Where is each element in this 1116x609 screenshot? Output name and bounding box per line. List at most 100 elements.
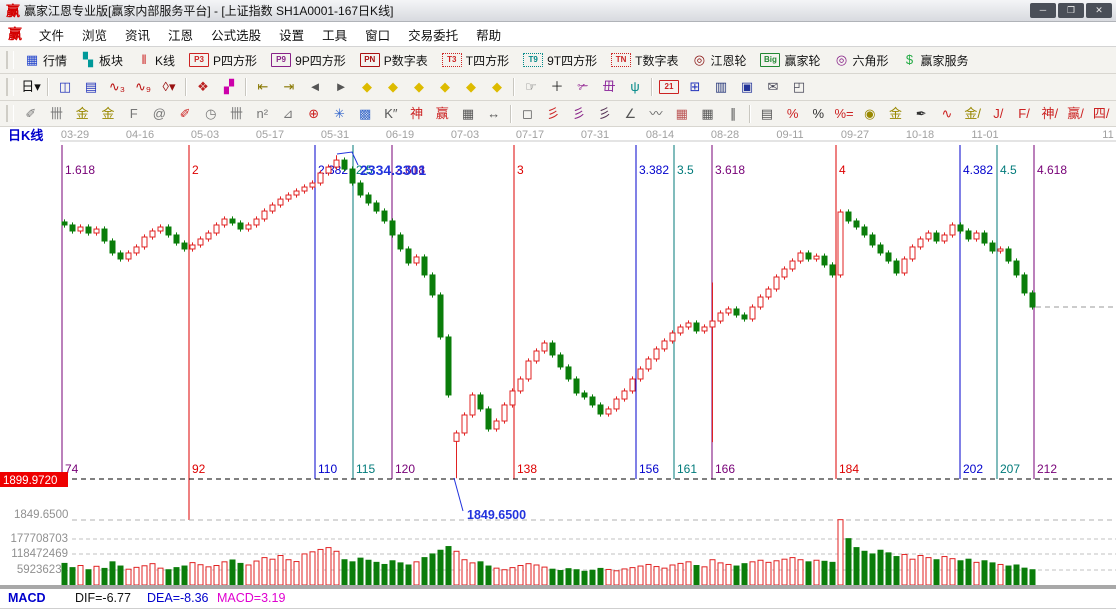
gann-gold-b-button[interactable]: 金 <box>95 102 121 125</box>
grid-box-button[interactable]: ▩ <box>352 102 378 125</box>
crosshair-tool-button[interactable]: ＋ <box>544 76 570 99</box>
toolbar-button-p-square[interactable]: P3P四方形 <box>182 49 264 72</box>
calculator-button[interactable]: ⊞ <box>682 76 708 99</box>
pattern-box-button[interactable]: ❖ <box>190 76 216 99</box>
toolbar-button-t9-square[interactable]: T99T四方形 <box>516 49 604 72</box>
chart-area[interactable]: 03-2904-1605-0305-1705-3106-1907-0307-17… <box>0 127 1116 587</box>
profile-chart-button[interactable]: ▞ <box>216 76 242 99</box>
candle-style-dropdown-button[interactable]: ◊▾ <box>156 76 182 99</box>
workstation-button[interactable]: ◰ <box>786 76 812 99</box>
gann-gold-a-button[interactable]: 金 <box>69 102 95 125</box>
maximize-button[interactable]: ❐ <box>1058 3 1084 18</box>
menu-item-help[interactable]: 帮助 <box>467 22 510 47</box>
circle-cross-button[interactable]: ⊕ <box>301 102 327 125</box>
last-bar-button[interactable]: ⇥ <box>276 76 302 99</box>
percent-red-button[interactable]: % <box>780 102 806 125</box>
n-square-button[interactable]: n² <box>249 102 275 125</box>
si-angle-button[interactable]: 四/ <box>1088 102 1114 125</box>
toolbar-button-winner-service[interactable]: $赢家服务 <box>896 49 976 72</box>
toolbar-grip[interactable] <box>6 51 14 69</box>
wave-avg-button[interactable]: ∿ <box>934 102 960 125</box>
fan-red-button[interactable]: 彡 <box>540 102 566 125</box>
shen-angle-button[interactable]: 神/ <box>1037 102 1063 125</box>
ink-pen-button[interactable]: ✒ <box>908 102 934 125</box>
j-angle-button[interactable]: J/ <box>986 102 1012 125</box>
angle-a-button[interactable]: ⊿ <box>275 102 301 125</box>
wave-3-button[interactable]: ∿₃ <box>104 76 130 99</box>
zigzag-button[interactable]: 〰 <box>643 102 669 125</box>
close-button[interactable]: ✕ <box>1086 3 1112 18</box>
fan-purple-button[interactable]: 彡 <box>566 102 592 125</box>
mail-net-button[interactable]: ✉ <box>760 76 786 99</box>
toolbar-button-quotes[interactable]: ▦行情 <box>18 49 74 72</box>
shen-tool-button[interactable]: 神 <box>404 102 430 125</box>
ladder-button[interactable]: ▤ <box>754 102 780 125</box>
percent-button[interactable]: % <box>805 102 831 125</box>
smart-tool-button[interactable]: ψ <box>622 76 648 99</box>
indicator-selector[interactable]: MACD <box>8 591 46 605</box>
toolbar-grip[interactable] <box>6 105 14 123</box>
diamond-left-button[interactable]: ◆ <box>354 76 380 99</box>
kline-chart-svg[interactable]: 03-2904-1605-0305-1705-3106-1907-0307-17… <box>0 127 1116 587</box>
star-button[interactable]: ✳ <box>327 102 353 125</box>
clock-button[interactable]: ◷ <box>198 102 224 125</box>
ying-angle-button[interactable]: 赢/ <box>1063 102 1089 125</box>
grid-red-button[interactable]: ▦ <box>669 102 695 125</box>
info-list-button[interactable]: ▤ <box>78 76 104 99</box>
diamond-right-button[interactable]: ◆ <box>380 76 406 99</box>
period-day-dropdown-button[interactable]: 日▾ <box>18 76 44 99</box>
menu-item-news[interactable]: 资讯 <box>116 22 159 47</box>
menu-item-settings[interactable]: 设置 <box>270 22 313 47</box>
grid-123-button[interactable]: ▦ <box>455 102 481 125</box>
toolbar-button-gann-wheel[interactable]: ◎江恩轮 <box>685 49 753 72</box>
menu-item-tools[interactable]: 工具 <box>313 22 356 47</box>
menu-item-formula-stock-pick[interactable]: 公式选股 <box>202 22 270 47</box>
save-button[interactable]: ▣ <box>734 76 760 99</box>
hand-tool-button[interactable]: ☞ <box>518 76 544 99</box>
grid-ticks-button[interactable]: 卌 <box>44 102 70 125</box>
notepad-button[interactable]: ▥ <box>708 76 734 99</box>
gann-f-button[interactable]: F <box>121 102 147 125</box>
f-angle-button[interactable]: F/ <box>1011 102 1037 125</box>
percent-line-button[interactable]: %= <box>831 102 857 125</box>
spiral-button[interactable]: @ <box>147 102 173 125</box>
toolbar-button-hexagon[interactable]: ◎六角形 <box>828 49 896 72</box>
cut-tool-button[interactable]: ✃ <box>570 76 596 99</box>
pane-label[interactable]: 日K线 <box>8 128 43 143</box>
toolbar-button-p9-square[interactable]: P99P四方形 <box>264 49 353 72</box>
menu-item-browse[interactable]: 浏览 <box>73 22 116 47</box>
toolbar-grip[interactable] <box>6 78 14 96</box>
diamond-zoom-in-button[interactable]: ◆ <box>458 76 484 99</box>
diamond-expand-button[interactable]: ◆ <box>406 76 432 99</box>
parallel-lines-button[interactable]: ∥ <box>720 102 746 125</box>
ying-tool-button[interactable]: 赢 <box>429 102 455 125</box>
prev-bar-button[interactable]: ◄ <box>302 76 328 99</box>
calendar-21-button[interactable]: 21 <box>656 76 682 99</box>
k-mark-button[interactable]: K″ <box>378 102 404 125</box>
first-bar-button[interactable]: ⇤ <box>250 76 276 99</box>
gold-circle-button[interactable]: ◉ <box>857 102 883 125</box>
square-frame-button[interactable]: ◻ <box>515 102 541 125</box>
diamond-zoom-out-button[interactable]: ◆ <box>484 76 510 99</box>
gold-line-button[interactable]: 金 <box>883 102 909 125</box>
minimize-button[interactable]: ─ <box>1030 3 1056 18</box>
candles-group[interactable] <box>62 155 1035 478</box>
gold-angle-button[interactable]: 金/ <box>960 102 986 125</box>
menu-item-window[interactable]: 窗口 <box>356 22 399 47</box>
span-arrow-button[interactable]: ↔ <box>481 102 507 125</box>
diamond-compress-button[interactable]: ◆ <box>432 76 458 99</box>
toolbar-button-winner-wheel[interactable]: Big赢家轮 <box>753 49 827 72</box>
red-brush-button[interactable]: ✐ <box>172 102 198 125</box>
overlay-window-button[interactable]: ◫ <box>52 76 78 99</box>
grid-dark-button[interactable]: ▦ <box>695 102 721 125</box>
trend-angle-button[interactable]: ∠ <box>617 102 643 125</box>
toolbar-button-kline[interactable]: ‖K线 <box>130 49 182 72</box>
toolbar-button-t-number-table[interactable]: TNT数字表 <box>604 49 685 72</box>
wave-9-button[interactable]: ∿₉ <box>130 76 156 99</box>
next-bar-button[interactable]: ► <box>328 76 354 99</box>
toolbar-button-p-number-table[interactable]: PNP数字表 <box>353 49 435 72</box>
brush-button[interactable]: ✐ <box>18 102 44 125</box>
menu-item-gann[interactable]: 江恩 <box>159 22 202 47</box>
fan-dark-button[interactable]: 彡 <box>592 102 618 125</box>
toolbar-button-t-square[interactable]: T3T四方形 <box>435 49 516 72</box>
